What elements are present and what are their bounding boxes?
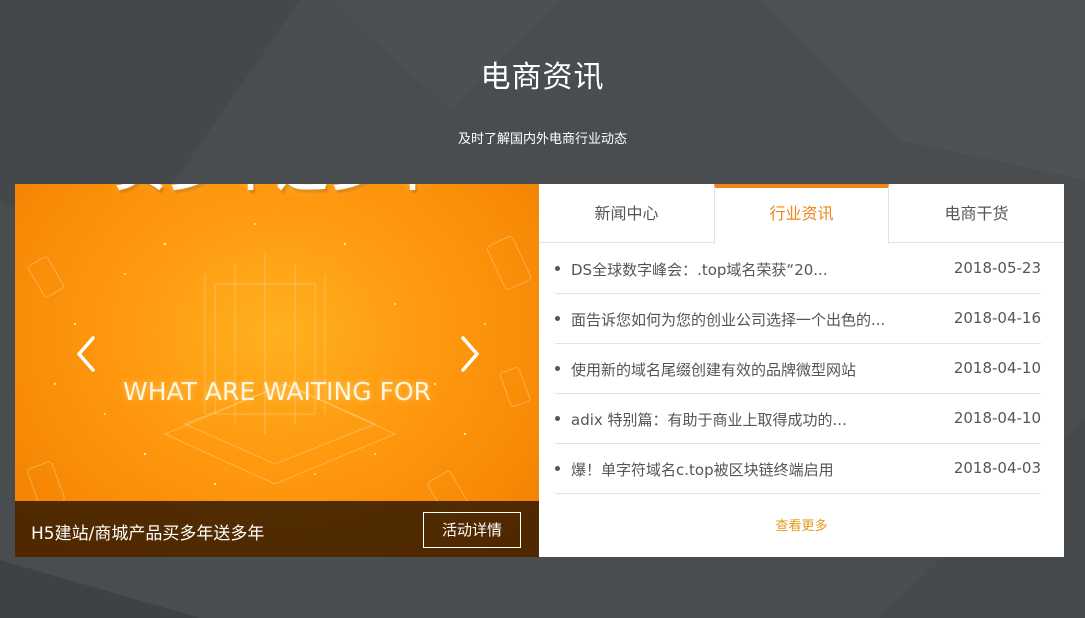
activity-details-button[interactable]: 活动详情 <box>423 512 521 548</box>
news-item[interactable]: DS全球数字峰会：.top域名荣获“20... 2018-05-23 <box>555 244 1041 294</box>
news-title[interactable]: adix 特别篇：有助于商业上取得成功的... <box>571 409 911 430</box>
view-more-link[interactable]: 查看更多 <box>539 515 1064 534</box>
section-subtitle: 及时了解国内外电商行业动态 <box>457 132 627 147</box>
chevron-right-icon <box>461 336 479 372</box>
banner-caption-bar: H5建站/商城产品买多年送多年 活动详情 <box>15 501 539 557</box>
news-title[interactable]: 爆！单字符域名c.top被区块链终端启用 <box>571 459 911 480</box>
news-date: 2018-04-10 <box>953 359 1041 377</box>
bullet-icon <box>555 366 560 371</box>
promo-banner[interactable]: 买多年送多年 WHAT ARE WAITING FOR H5建站/商城产品买多年… <box>15 184 539 557</box>
news-tabs: 新闻中心 行业资讯 电商干货 <box>539 184 1064 244</box>
banner-prev-button[interactable] <box>69 332 105 376</box>
news-date: 2018-05-23 <box>953 259 1041 277</box>
news-item[interactable]: adix 特别篇：有助于商业上取得成功的... 2018-04-10 <box>555 394 1041 444</box>
banner-headline: 买多年送多年 <box>15 184 539 200</box>
news-date: 2018-04-10 <box>953 409 1041 427</box>
bullet-icon <box>555 266 560 271</box>
section-title: 电商资讯 <box>480 60 605 95</box>
chevron-left-icon <box>77 336 95 372</box>
news-list: DS全球数字峰会：.top域名荣获“20... 2018-05-23 面告诉您如… <box>555 244 1041 494</box>
news-title[interactable]: DS全球数字峰会：.top域名荣获“20... <box>571 259 911 280</box>
bullet-icon <box>555 416 560 421</box>
news-title[interactable]: 使用新的域名尾缀创建有效的品牌微型网站 <box>571 359 911 380</box>
news-date: 2018-04-16 <box>953 309 1041 327</box>
news-item[interactable]: 面告诉您如何为您的创业公司选择一个出色的... 2018-04-16 <box>555 294 1041 344</box>
tab-ecommerce-tips[interactable]: 电商干货 <box>889 184 1064 243</box>
banner-subheadline: WHAT ARE WAITING FOR <box>122 377 432 406</box>
banner-caption: H5建站/商城产品买多年送多年 <box>31 524 265 544</box>
news-title[interactable]: 面告诉您如何为您的创业公司选择一个出色的... <box>571 309 911 330</box>
banner-next-button[interactable] <box>451 332 487 376</box>
news-date: 2018-04-03 <box>953 459 1041 477</box>
bullet-icon <box>555 316 560 321</box>
tab-news-center[interactable]: 新闻中心 <box>539 184 714 243</box>
bullet-icon <box>555 466 560 471</box>
news-item[interactable]: 使用新的域名尾缀创建有效的品牌微型网站 2018-04-10 <box>555 344 1041 394</box>
news-panel: 新闻中心 行业资讯 电商干货 DS全球数字峰会：.top域名荣获“20... 2… <box>539 184 1064 557</box>
tab-industry-news[interactable]: 行业资讯 <box>714 184 889 244</box>
news-item[interactable]: 爆！单字符域名c.top被区块链终端启用 2018-04-03 <box>555 444 1041 494</box>
